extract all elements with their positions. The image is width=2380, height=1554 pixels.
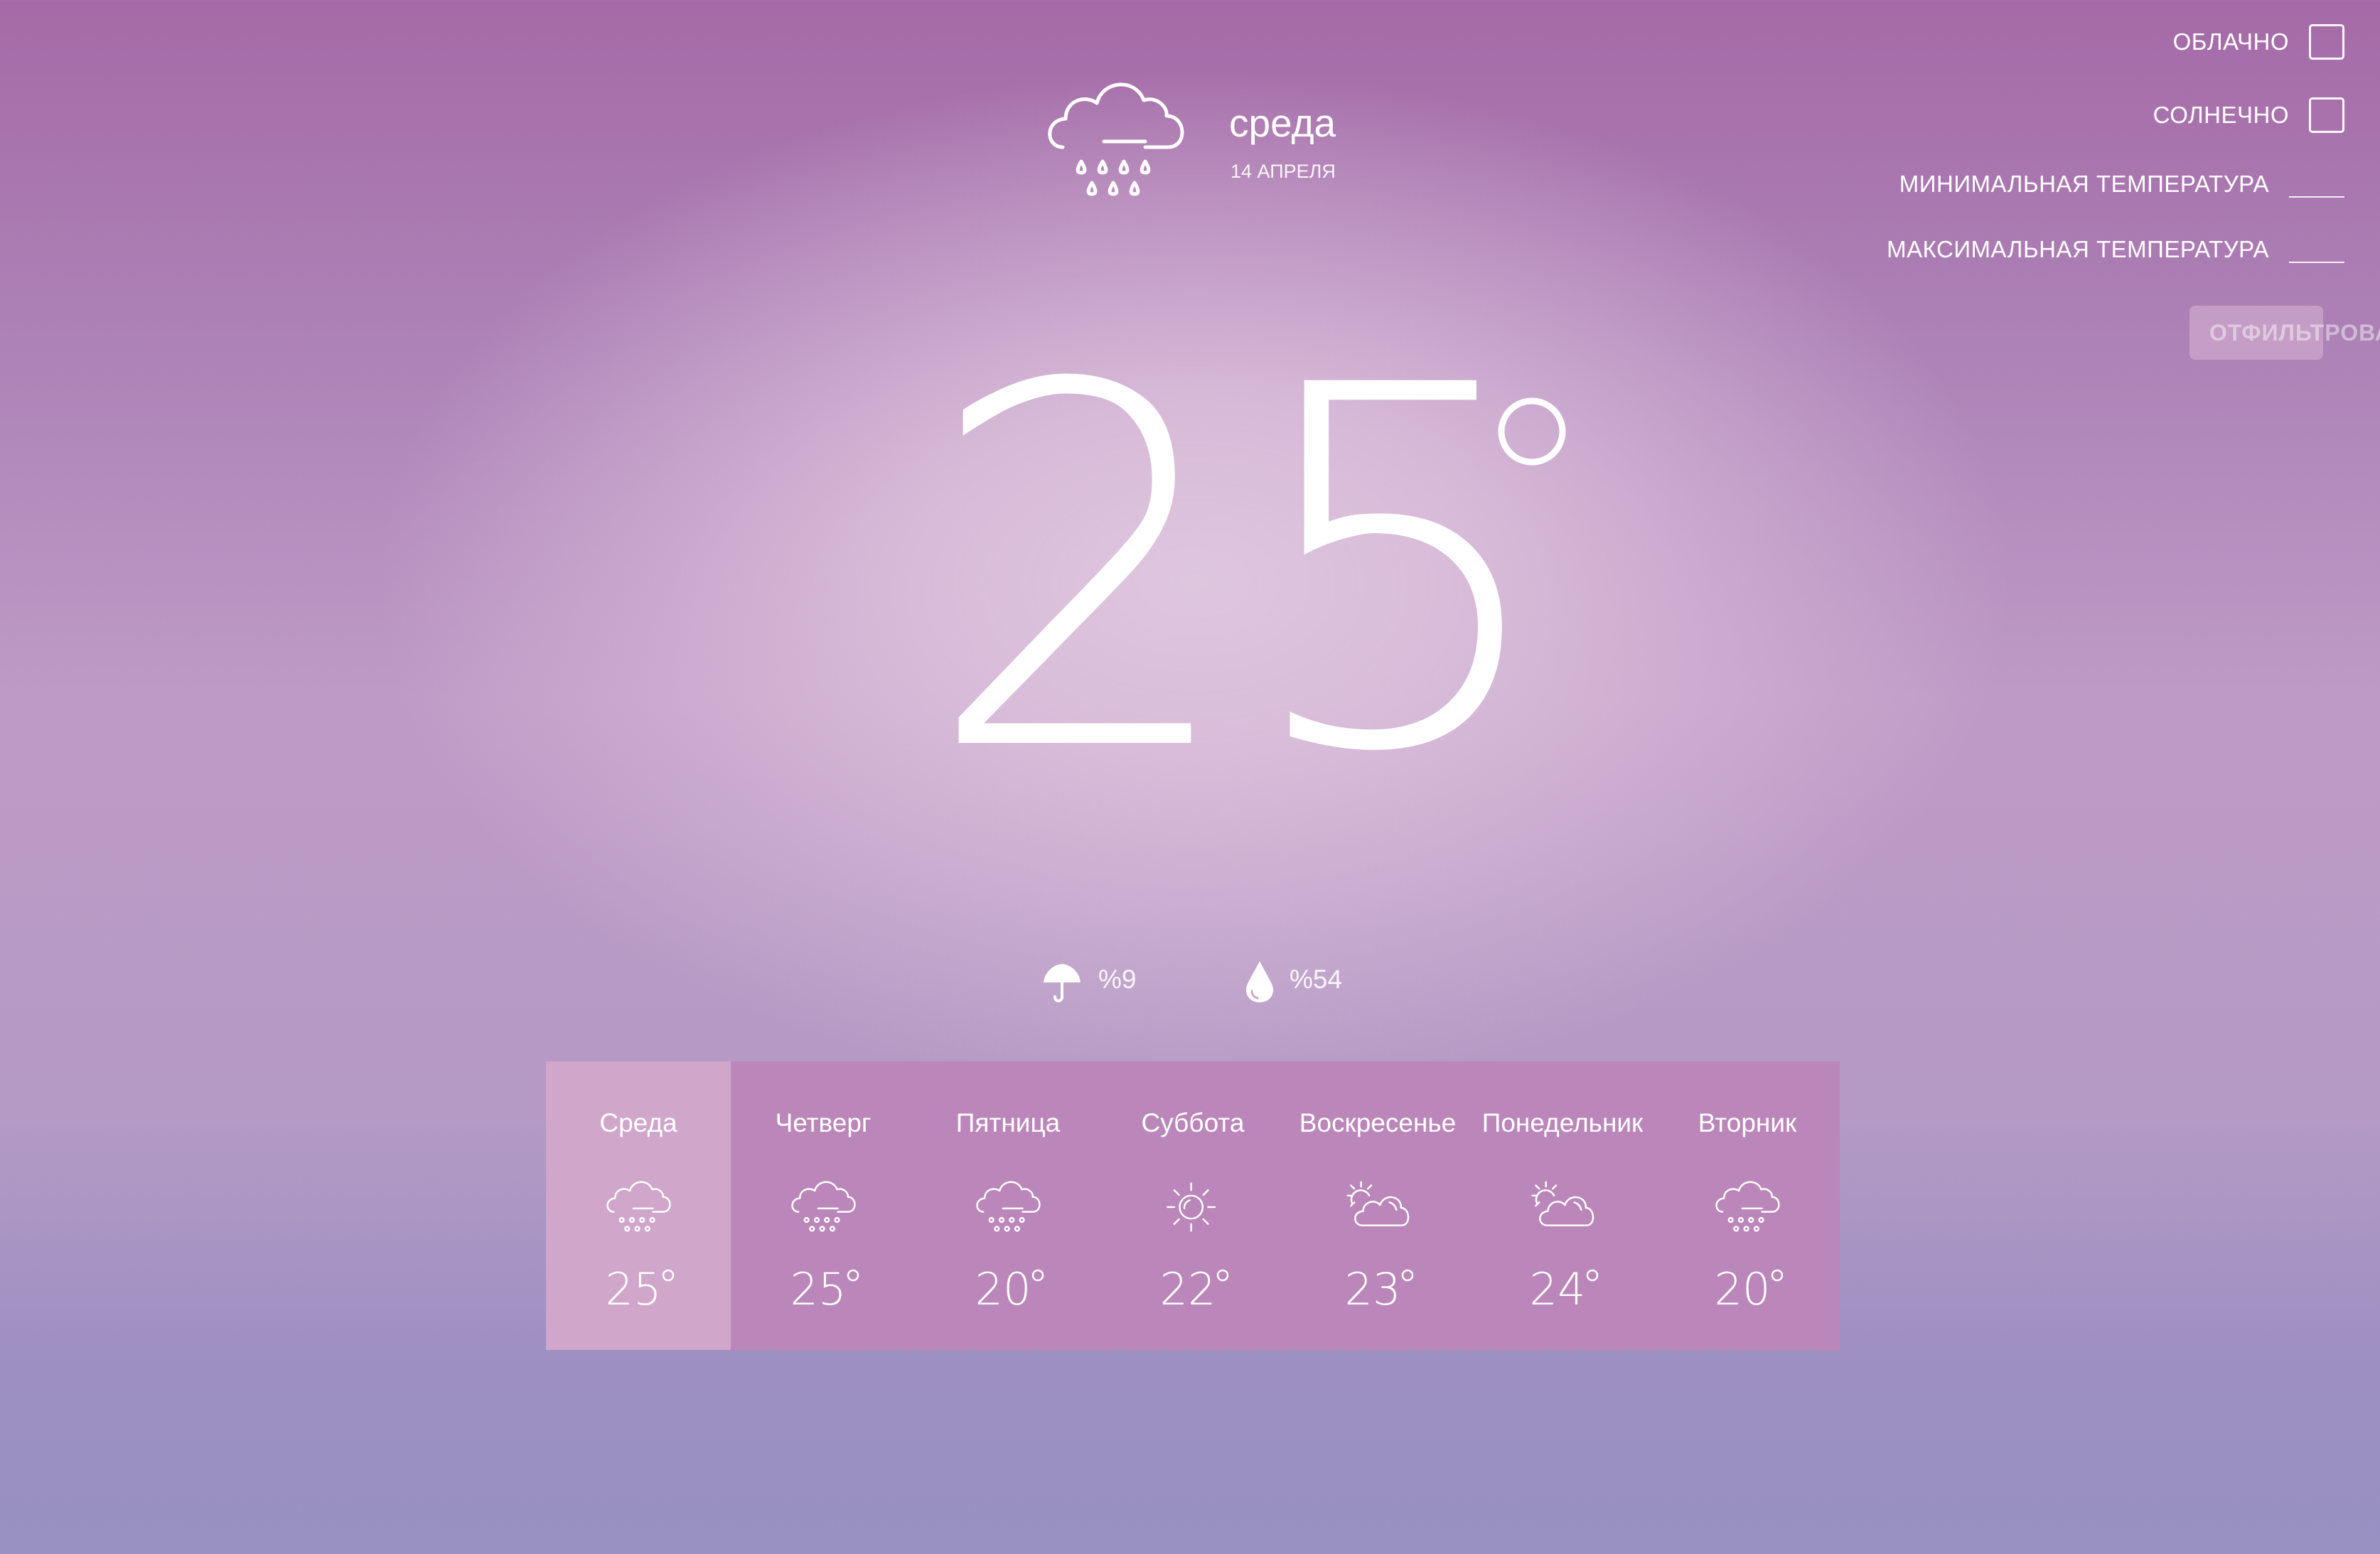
degree-symbol [847,1269,859,1282]
degree-symbol [1216,1269,1229,1282]
forecast-day[interactable]: Пятница 20 [916,1061,1100,1350]
forecast-day-name: Понедельник [1481,1108,1644,1137]
forecast-day[interactable]: Вторник 20 [1655,1061,1840,1350]
forecast-day-name: Четверг [775,1108,872,1137]
partly-cloudy-icon [1531,1181,1594,1226]
forecast-day-temperature-value: 25 [790,1263,847,1312]
rain-cloud-icon [791,1181,856,1232]
forecast-day-temperature: 20 [975,1263,1044,1312]
degree-symbol [1401,1269,1414,1282]
forecast-day-temperature: 24 [1530,1263,1599,1312]
forecast-day-name: Среда [599,1108,677,1137]
forecast-day[interactable]: Воскресенье 23 [1285,1061,1470,1350]
precipitation-value: %9 [1098,965,1137,994]
filter-button[interactable]: ОТФИЛЬТРОВАТЬ [2189,306,2380,360]
partly-cloudy-icon [1346,1181,1410,1226]
filter-max-temp-label: МАКСИМАЛЬНАЯ ТЕМПЕРАТУРА [1887,236,2269,262]
current-day: среда [1229,101,1336,145]
forecast-day[interactable]: Понедельник 24 [1470,1061,1655,1350]
filter-sunny-label: СОЛНЕЧНО [2153,102,2289,128]
forecast-day[interactable]: Среда 25 [546,1061,731,1350]
forecast-day-temperature-value: 22 [1160,1263,1216,1312]
filter-max-temp-row: МАКСИМАЛЬНАЯ ТЕМПЕРАТУРА [1887,236,2344,263]
forecast-day-name: Воскресенье [1299,1108,1457,1137]
forecast-day-name: Суббота [1141,1108,1245,1137]
sunny-checkbox[interactable] [2309,97,2344,133]
forecast-day-temperature-value: 20 [975,1263,1031,1312]
min-temp-input[interactable] [2289,171,2344,198]
filter-cloudy-row: ОБЛАЧНО [2173,24,2344,60]
forecast-day-temperature-value: 25 [606,1263,662,1312]
filter-min-temp-label: МИНИМАЛЬНАЯ ТЕМПЕРАТУРА [1899,171,2269,197]
rain-cloud-icon [976,1181,1041,1232]
degree-symbol [662,1269,675,1282]
forecast-day-temperature-value: 23 [1345,1263,1401,1312]
umbrella-icon [1044,964,1081,1002]
forecast-day[interactable]: Четверг 25 [731,1061,916,1350]
forecast-day-temperature-value: 24 [1530,1263,1586,1312]
forecast-day[interactable]: Суббота 22 [1100,1061,1285,1350]
humidity-icon [1246,961,1273,1002]
rain-cloud-icon [1048,82,1184,196]
forecast-day-name: Вторник [1698,1108,1797,1137]
max-temp-input[interactable] [2289,236,2344,263]
forecast-day-temperature: 23 [1345,1263,1414,1312]
forecast-day-temperature: 22 [1160,1263,1229,1312]
cloudy-checkbox[interactable] [2309,24,2344,60]
filter-min-temp-row: МИНИМАЛЬНАЯ ТЕМПЕРАТУРА [1899,171,2344,198]
forecast-day-temperature: 25 [790,1263,859,1312]
filter-panel: ОБЛАЧНО СОЛНЕЧНО МИНИМАЛЬНАЯ ТЕМПЕРАТУРА… [1669,0,2380,370]
degree-symbol [1031,1269,1044,1282]
filter-sunny-row: СОЛНЕЧНО [2153,97,2344,133]
rain-cloud-icon [1715,1181,1780,1232]
filter-cloudy-label: ОБЛАЧНО [2172,28,2289,55]
forecast-day-temperature: 20 [1715,1263,1784,1312]
forecast-day-name: Пятница [955,1108,1061,1137]
degree-symbol [1586,1269,1599,1282]
rain-cloud-icon [606,1181,671,1232]
current-date: 14 АПРЕЛЯ [1231,161,1336,182]
forecast-strip: Среда 25 Четверг 25 Пятница 20 Суббота 22 Воскре… [546,1061,1840,1350]
degree-symbol [1771,1269,1784,1282]
forecast-day-temperature: 25 [606,1263,675,1312]
current-temperature-value: 25 [924,355,1558,803]
forecast-day-temperature-value: 20 [1715,1263,1771,1312]
sun-icon [1167,1182,1216,1232]
current-temperature: 25 [924,355,1566,803]
humidity-value: %54 [1290,965,1343,994]
